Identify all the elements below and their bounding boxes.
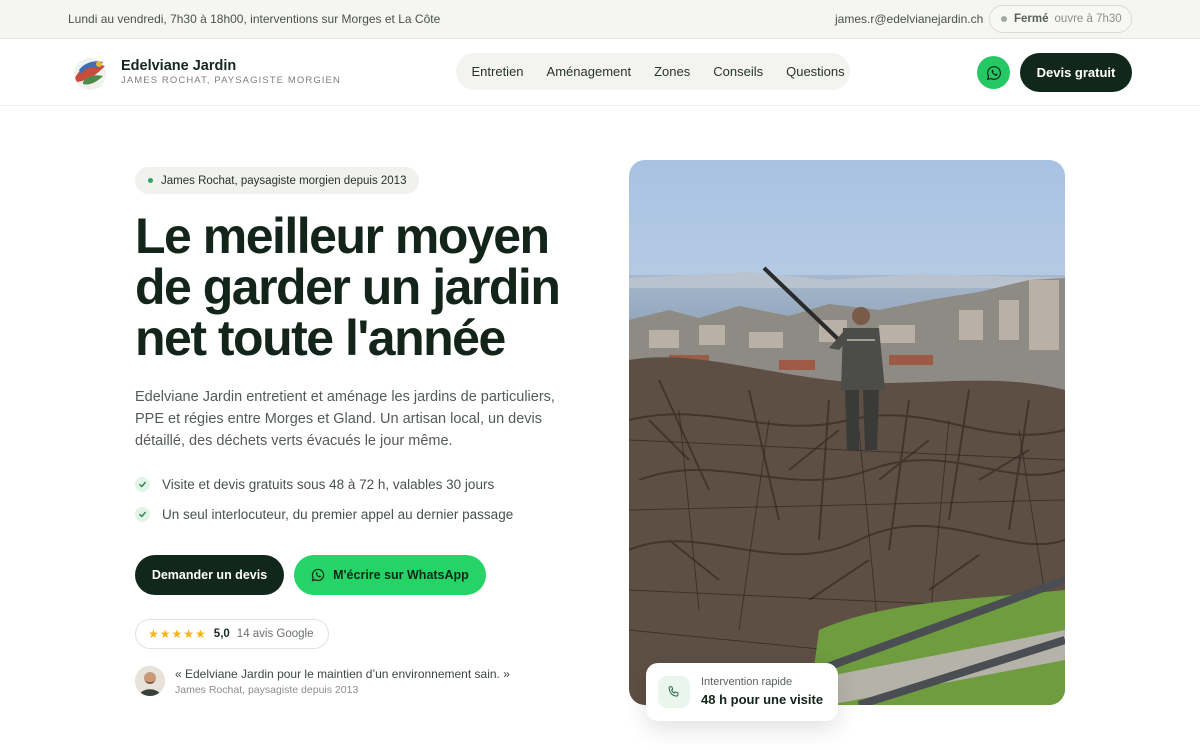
nav-item-conseils[interactable]: Conseils [702, 64, 775, 79]
benefit-text: Un seul interlocuteur, du premier appel … [162, 506, 514, 522]
status-label: Fermé [1014, 13, 1049, 25]
quick-intervention-card: Intervention rapide 48 h pour une visite [646, 663, 838, 721]
whatsapp-button-label: M'écrire sur WhatsApp [333, 568, 469, 582]
main-nav: Entretien Aménagement Zones Conseils Que… [456, 53, 850, 90]
card-value: 48 h pour une visite [701, 692, 824, 707]
opening-status-badge: Fermé ouvre à 7h30 [989, 5, 1132, 33]
brand-name[interactable]: Edelviane Jardin [121, 58, 236, 74]
nav-item-amenagement[interactable]: Aménagement [535, 64, 643, 79]
whatsapp-icon [311, 568, 325, 582]
request-quote-button[interactable]: Demander un devis [135, 555, 284, 595]
brand-tagline: JAMES ROCHAT, PAYSAGISTE MORGIEN [121, 75, 341, 86]
whatsapp-header-button[interactable] [977, 56, 1010, 89]
hero-photo [629, 160, 1065, 705]
nav-item-zones[interactable]: Zones [643, 64, 702, 79]
nav-item-questions[interactable]: Questions [775, 64, 857, 79]
benefit-text: Visite et devis gratuits sous 48 à 72 h,… [162, 476, 495, 492]
status-dot-icon [1001, 16, 1007, 22]
card-label: Intervention rapide [701, 676, 793, 688]
testimonial-author: James Rochat, paysagiste depuis 2013 [175, 684, 359, 696]
star-icon: ★★★★★ [148, 627, 207, 641]
benefit-item: Un seul interlocuteur, du premier appel … [135, 504, 513, 524]
hero-headline: Le meilleur moyen de garder un jardin ne… [135, 211, 595, 364]
site-header: Edelviane Jardin JAMES ROCHAT, PAYSAGIST… [0, 39, 1200, 106]
hero-intro: Edelviane Jardin entretient et aménage l… [135, 389, 555, 449]
headline-line-3: net toute l'année [135, 310, 506, 366]
whatsapp-icon [986, 65, 1001, 80]
benefits-list: Visite et devis gratuits sous 48 à 72 h,… [135, 474, 513, 534]
status-next-opening: ouvre à 7h30 [1054, 13, 1122, 25]
avatar [135, 666, 165, 696]
free-quote-button[interactable]: Devis gratuit [1020, 53, 1132, 92]
headline-line-1: Le meilleur moyen [135, 208, 550, 264]
headline-line-2: de garder un jardin [135, 259, 561, 315]
top-info-bar: Lundi au vendredi, 7h30 à 18h00, interve… [0, 0, 1200, 39]
google-rating-badge[interactable]: ★★★★★ 5,0 14 avis Google [135, 619, 329, 649]
opening-hours-text: Lundi au vendredi, 7h30 à 18h00, interve… [68, 12, 441, 26]
badge-dot-icon [148, 178, 153, 183]
brand-logo[interactable] [69, 52, 111, 94]
check-icon [135, 506, 150, 522]
badge-text: James Rochat, paysagiste morgien depuis … [161, 174, 407, 187]
benefit-item: Visite et devis gratuits sous 48 à 72 h,… [135, 474, 513, 494]
contact-email-link[interactable]: james.r@edelvianejardin.ch [835, 12, 983, 26]
testimonial-quote: « Edelviane Jardin pour le maintien d’un… [175, 667, 510, 681]
phone-icon [658, 676, 690, 708]
experience-badge: James Rochat, paysagiste morgien depuis … [135, 167, 420, 194]
rating-score: 5,0 [213, 628, 230, 640]
rating-count: 14 avis Google [236, 628, 314, 640]
nav-item-entretien[interactable]: Entretien [460, 64, 535, 79]
whatsapp-message-button[interactable]: M'écrire sur WhatsApp [294, 555, 486, 595]
check-icon [135, 476, 150, 492]
